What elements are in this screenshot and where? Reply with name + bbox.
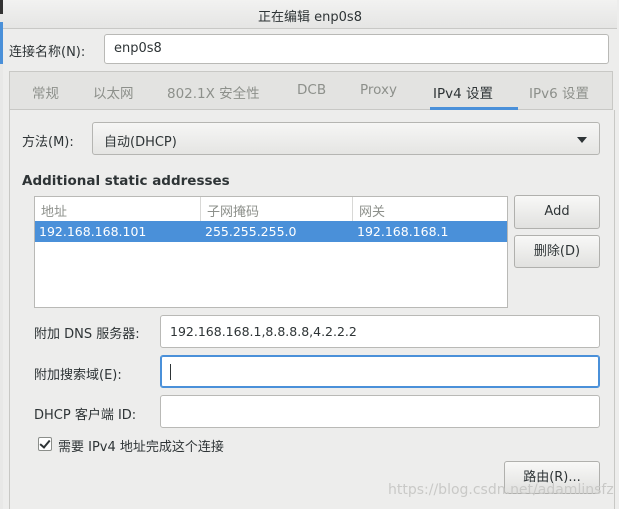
- cell-address[interactable]: 192.168.168.101: [39, 224, 146, 239]
- method-dropdown[interactable]: 自动(DHCP): [92, 122, 600, 155]
- text-caret: [170, 364, 171, 380]
- watermark-text: https://blog.csdn.net/adamlinsfz: [388, 482, 614, 498]
- tab-general[interactable]: 常规: [32, 82, 59, 102]
- method-label: 方法(M):: [22, 135, 74, 150]
- tab-bar: 常规 以太网 802.1X 安全性 DCB Proxy IPv4 设置 IPv6…: [9, 71, 613, 110]
- cell-netmask[interactable]: 255.255.255.0: [205, 224, 296, 239]
- table-row[interactable]: 192.168.168.101 255.255.255.0 192.168.16…: [35, 221, 507, 242]
- background-window-edge: [0, 0, 3, 509]
- tab-dcb[interactable]: DCB: [297, 82, 326, 98]
- require-ipv4-label[interactable]: 需要 IPv4 地址完成这个连接: [58, 436, 224, 455]
- column-separator: [352, 197, 353, 221]
- dhcp-client-id-input[interactable]: [160, 395, 600, 428]
- cell-gateway[interactable]: 192.168.168.1: [357, 224, 448, 239]
- column-header-gateway[interactable]: 网关: [359, 201, 385, 220]
- window-title: 正在编辑 enp0s8: [258, 10, 362, 25]
- title-bar[interactable]: 正在编辑 enp0s8: [3, 0, 617, 29]
- static-addresses-table[interactable]: 地址 子网掩码 网关 192.168.168.101 255.255.255.0…: [34, 196, 508, 308]
- connection-name-label: 连接名称(N):: [9, 45, 86, 60]
- checkmark-icon: [39, 437, 51, 449]
- column-separator: [200, 197, 201, 221]
- tab-ipv6-settings[interactable]: IPv6 设置: [529, 82, 589, 102]
- dhcp-client-id-label: DHCP 客户端 ID:: [34, 408, 137, 423]
- search-domains-label: 附加搜索域(E):: [34, 368, 122, 383]
- dropdown-arrow-icon: [577, 137, 587, 143]
- tab-ipv4-settings[interactable]: IPv4 设置: [433, 82, 493, 102]
- add-address-button[interactable]: Add: [514, 195, 600, 229]
- static-addresses-title: Additional static addresses: [22, 173, 230, 189]
- column-header-address[interactable]: 地址: [41, 201, 67, 220]
- tab-proxy[interactable]: Proxy: [360, 82, 397, 98]
- column-header-netmask[interactable]: 子网掩码: [207, 201, 259, 220]
- dns-servers-label: 附加 DNS 服务器:: [34, 327, 140, 342]
- dns-servers-input[interactable]: 192.168.168.1,8.8.8.8,4.2.2.2: [160, 315, 600, 348]
- connection-name-input[interactable]: enp0s8: [104, 34, 609, 64]
- method-dropdown-value: 自动(DHCP): [104, 135, 177, 150]
- tab-8021x-security[interactable]: 802.1X 安全性: [167, 82, 260, 102]
- delete-address-button[interactable]: 删除(D): [514, 235, 600, 268]
- tab-ethernet[interactable]: 以太网: [93, 82, 134, 102]
- table-header: 地址 子网掩码 网关: [35, 197, 507, 222]
- search-domains-input[interactable]: [160, 355, 600, 388]
- require-ipv4-checkbox[interactable]: [38, 437, 52, 451]
